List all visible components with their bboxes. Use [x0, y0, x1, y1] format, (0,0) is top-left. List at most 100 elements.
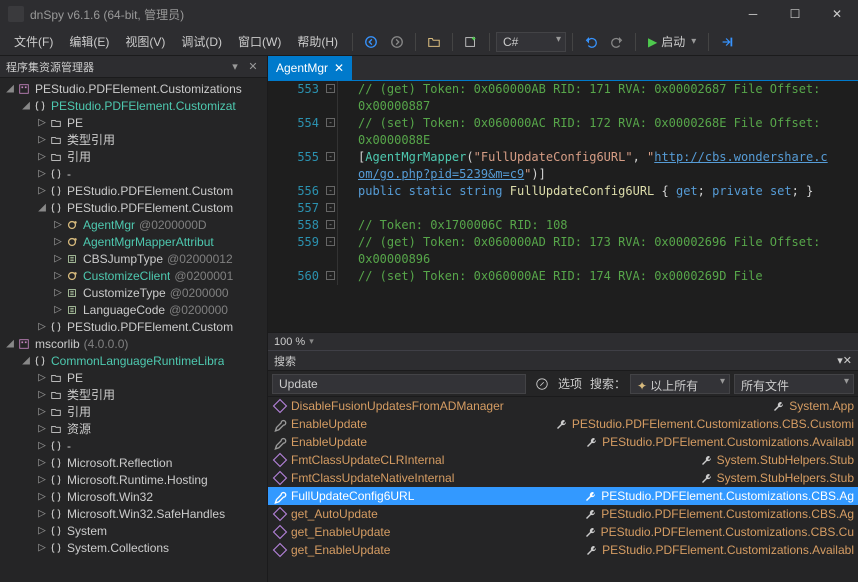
search-scope-combo[interactable]: ✦以上所有 — [630, 374, 730, 394]
expand-icon[interactable]: ◢ — [20, 98, 32, 113]
tree-node[interactable]: ▷CustomizeClient@0200001 — [0, 267, 267, 284]
menu-item[interactable]: 视图(V) — [117, 29, 173, 54]
expand-icon[interactable]: ▷ — [52, 217, 64, 232]
expand-icon[interactable]: ▷ — [36, 472, 48, 487]
code-text[interactable]: // (set) Token: 0x060000AE RID: 174 RVA:… — [338, 268, 763, 285]
expand-icon[interactable]: ◢ — [4, 81, 16, 96]
panel-dropdown-icon[interactable]: ▾ — [227, 59, 243, 75]
language-combo[interactable]: C# — [496, 32, 566, 52]
menu-item[interactable]: 文件(F) — [6, 29, 61, 54]
search-result[interactable]: FmtClassUpdateNativeInternalSystem.StubH… — [268, 469, 858, 487]
expand-icon[interactable]: ▷ — [36, 149, 48, 164]
expand-icon[interactable]: ▷ — [36, 438, 48, 453]
forward-icon[interactable] — [387, 32, 407, 52]
tree-node[interactable]: ▷CustomizeType@0200000 — [0, 284, 267, 301]
search-close-icon[interactable]: ✕ — [843, 354, 852, 367]
assembly-tree[interactable]: ◢PEStudio.PDFElement.Customizations◢PESt… — [0, 78, 267, 582]
tree-node[interactable]: ▷Microsoft.Win32.SafeHandles — [0, 505, 267, 522]
code-text[interactable]: // Token: 0x1700006C RID: 108 — [338, 217, 568, 234]
tree-node[interactable]: ◢PEStudio.PDFElement.Customizat — [0, 97, 267, 114]
back-icon[interactable] — [361, 32, 381, 52]
tree-node[interactable]: ▷引用 — [0, 403, 267, 420]
tree-node[interactable]: ▷System — [0, 522, 267, 539]
expand-icon[interactable]: ▷ — [52, 268, 64, 283]
expand-icon[interactable]: ◢ — [20, 353, 32, 368]
expand-icon[interactable]: ▷ — [36, 319, 48, 334]
expand-icon[interactable]: ▷ — [52, 285, 64, 300]
tab-close-icon[interactable]: ✕ — [334, 61, 344, 75]
code-text[interactable] — [338, 200, 358, 217]
tree-node[interactable]: ◢PEStudio.PDFElement.Custom — [0, 199, 267, 216]
search-result[interactable]: EnableUpdatePEStudio.PDFElement.Customiz… — [268, 415, 858, 433]
tree-node[interactable]: ▷资源 — [0, 420, 267, 437]
code-text[interactable]: // (get) Token: 0x060000AB RID: 171 RVA:… — [338, 81, 828, 115]
expand-icon[interactable]: ▷ — [36, 540, 48, 555]
expand-icon[interactable]: ▷ — [36, 166, 48, 181]
code-editor[interactable]: 553-// (get) Token: 0x060000AB RID: 171 … — [268, 80, 858, 332]
minimize-button[interactable]: ─ — [732, 0, 774, 28]
code-zoom[interactable]: 100 % ▾ — [268, 332, 858, 350]
panel-close-icon[interactable]: ✕ — [245, 59, 261, 75]
tree-node[interactable]: ◢mscorlib(4.0.0.0) — [0, 335, 267, 352]
close-button[interactable]: ✕ — [816, 0, 858, 28]
tree-node[interactable]: ▷PEStudio.PDFElement.Custom — [0, 182, 267, 199]
search-result[interactable]: DisableFusionUpdatesFromADManagerSystem.… — [268, 397, 858, 415]
search-result[interactable]: get_EnableUpdatePEStudio.PDFElement.Cust… — [268, 523, 858, 541]
search-options-icon[interactable] — [532, 374, 552, 394]
tree-node[interactable]: ▷System.Collections — [0, 539, 267, 556]
search-result[interactable]: get_AutoUpdatePEStudio.PDFElement.Custom… — [268, 505, 858, 523]
tree-node[interactable]: ▷类型引用 — [0, 131, 267, 148]
search-input[interactable] — [272, 374, 526, 394]
expand-icon[interactable]: ▷ — [52, 234, 64, 249]
new-tab-icon[interactable] — [461, 32, 481, 52]
maximize-button[interactable]: ☐ — [774, 0, 816, 28]
code-text[interactable]: // (get) Token: 0x060000AD RID: 173 RVA:… — [338, 234, 828, 268]
expand-icon[interactable]: ▷ — [36, 404, 48, 419]
tree-node[interactable]: ▷- — [0, 437, 267, 454]
tree-node[interactable]: ◢CommonLanguageRuntimeLibra — [0, 352, 267, 369]
expand-icon[interactable]: ▷ — [36, 183, 48, 198]
undo-icon[interactable] — [581, 32, 601, 52]
search-result[interactable]: EnableUpdatePEStudio.PDFElement.Customiz… — [268, 433, 858, 451]
expand-icon[interactable]: ◢ — [4, 336, 16, 351]
tree-node[interactable]: ▷PE — [0, 369, 267, 386]
code-text[interactable]: [AgentMgrMapper("FullUpdateConfig6URL", … — [338, 149, 828, 183]
expand-icon[interactable]: ▷ — [36, 387, 48, 402]
tree-node[interactable]: ▷AgentMgrMapperAttribut — [0, 233, 267, 250]
expand-icon[interactable]: ▷ — [36, 132, 48, 147]
run-button[interactable]: ▶ 启动 ▾ — [642, 31, 702, 52]
expand-icon[interactable]: ▷ — [52, 251, 64, 266]
menu-item[interactable]: 调试(D) — [173, 29, 230, 54]
tree-node[interactable]: ▷LanguageCode@0200000 — [0, 301, 267, 318]
search-result[interactable]: FmtClassUpdateCLRInternalSystem.StubHelp… — [268, 451, 858, 469]
expand-icon[interactable]: ▷ — [36, 523, 48, 538]
search-result[interactable]: FullUpdateConfig6URLPEStudio.PDFElement.… — [268, 487, 858, 505]
redo-icon[interactable] — [607, 32, 627, 52]
tree-node[interactable]: ◢PEStudio.PDFElement.Customizations — [0, 80, 267, 97]
tree-node[interactable]: ▷- — [0, 165, 267, 182]
tree-node[interactable]: ▷AgentMgr@0200000D — [0, 216, 267, 233]
menu-item[interactable]: 帮助(H) — [289, 29, 346, 54]
expand-icon[interactable]: ▷ — [36, 370, 48, 385]
menu-item[interactable]: 编辑(E) — [61, 29, 117, 54]
code-text[interactable]: public static string FullUpdateConfig6UR… — [338, 183, 813, 200]
step-icon[interactable] — [717, 32, 737, 52]
menu-item[interactable]: 窗口(W) — [230, 29, 289, 54]
search-result[interactable]: get_EnableUpdatePEStudio.PDFElement.Cust… — [268, 541, 858, 559]
expand-icon[interactable]: ▷ — [36, 489, 48, 504]
expand-icon[interactable]: ◢ — [36, 200, 48, 215]
tree-node[interactable]: ▷Microsoft.Reflection — [0, 454, 267, 471]
tree-node[interactable]: ▷Microsoft.Win32 — [0, 488, 267, 505]
tree-node[interactable]: ▷引用 — [0, 148, 267, 165]
code-text[interactable]: // (set) Token: 0x060000AC RID: 172 RVA:… — [338, 115, 828, 149]
expand-icon[interactable]: ▷ — [36, 455, 48, 470]
search-files-combo[interactable]: 所有文件 — [734, 374, 854, 394]
expand-icon[interactable]: ▷ — [36, 115, 48, 130]
tree-node[interactable]: ▷CBSJumpType@02000012 — [0, 250, 267, 267]
expand-icon[interactable]: ▷ — [36, 421, 48, 436]
tree-node[interactable]: ▷Microsoft.Runtime.Hosting — [0, 471, 267, 488]
expand-icon[interactable]: ▷ — [36, 506, 48, 521]
tree-node[interactable]: ▷PEStudio.PDFElement.Custom — [0, 318, 267, 335]
search-results[interactable]: DisableFusionUpdatesFromADManagerSystem.… — [268, 397, 858, 582]
editor-tab[interactable]: AgentMgr ✕ — [268, 56, 352, 80]
